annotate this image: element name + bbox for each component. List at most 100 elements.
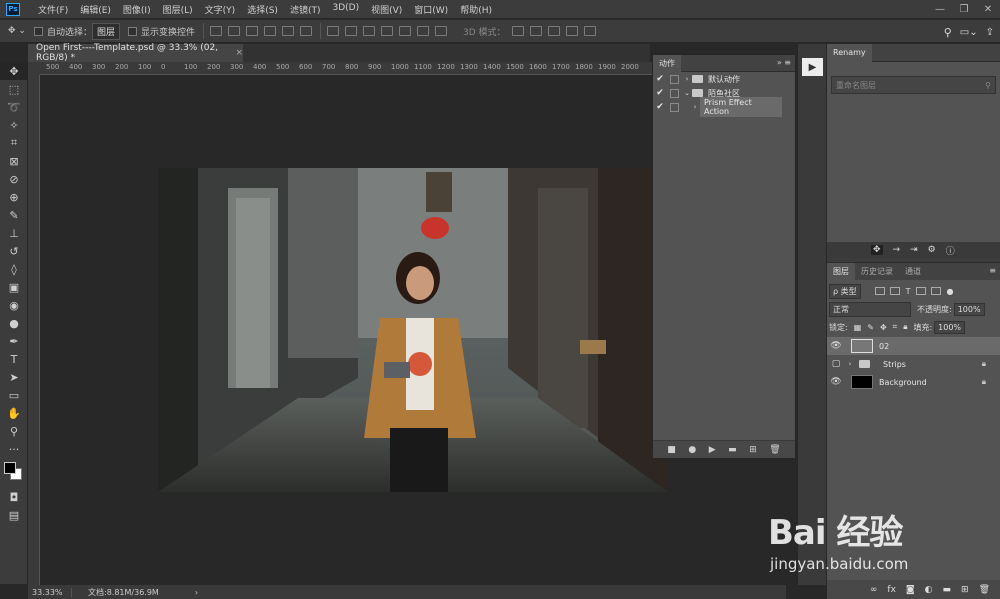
smart-object-filter-icon[interactable] — [930, 287, 941, 295]
menu-item[interactable]: 视图(V) — [371, 3, 402, 16]
align-top-icon[interactable] — [210, 26, 222, 36]
zoom-tool-icon[interactable]: ⚲ — [0, 422, 28, 440]
export-icon[interactable]: ⇥ — [910, 245, 918, 255]
zoom-level[interactable]: 33.33% — [28, 587, 72, 597]
eyedropper-tool-icon[interactable]: ⊘ — [0, 170, 28, 188]
slide-3d-icon[interactable] — [565, 26, 578, 36]
new-group-icon[interactable]: ▬ — [943, 585, 952, 595]
blur-tool-icon[interactable]: ◉ — [0, 296, 28, 314]
layer-kind-filter[interactable]: ρ 类型 — [829, 283, 861, 299]
type-filter-icon[interactable]: T — [906, 287, 911, 296]
adjustment-layer-icon[interactable]: ◐ — [925, 585, 933, 595]
hand-tool-icon[interactable]: ✋ — [0, 404, 28, 422]
share-icon[interactable]: ⇪ — [986, 27, 994, 38]
color-swatches[interactable] — [0, 458, 28, 488]
magic-wand-tool-icon[interactable]: ✧ — [0, 116, 28, 134]
history-brush-tool-icon[interactable]: ↺ — [0, 242, 28, 260]
distribute-top-icon[interactable] — [327, 26, 339, 36]
restore-icon[interactable]: ❐ — [952, 0, 976, 18]
quick-mask-icon[interactable]: ◘ — [0, 488, 28, 506]
pixel-filter-icon[interactable] — [874, 287, 885, 295]
forward-icon[interactable]: → — [893, 245, 901, 255]
blend-mode-dropdown[interactable]: 正常 — [829, 301, 911, 317]
stamp-tool-icon[interactable]: ⊥ — [0, 224, 28, 242]
stop-icon[interactable]: ■ — [667, 445, 676, 455]
visibility-eye-icon[interactable]: 👁︎ — [827, 341, 845, 351]
link-layers-icon[interactable]: ∞ — [870, 585, 878, 595]
distribute-left-icon[interactable] — [381, 26, 393, 36]
tab-layers[interactable]: 图层 — [827, 262, 855, 281]
crop-tool-icon[interactable]: ⌗ — [0, 134, 28, 152]
search-icon[interactable]: ⚲ — [985, 81, 991, 90]
auto-select-checkbox[interactable] — [33, 26, 43, 36]
opacity-input[interactable]: 100% — [953, 302, 985, 316]
expand-arrow-icon[interactable]: › — [690, 103, 700, 111]
new-action-icon[interactable]: ⊞ — [749, 445, 757, 455]
align-left-icon[interactable] — [264, 26, 276, 36]
dialog-toggle[interactable] — [670, 88, 679, 98]
auto-select-dropdown[interactable]: 图层 — [91, 22, 120, 40]
status-menu-arrow[interactable]: › — [195, 588, 198, 597]
distribute-vcenter-icon[interactable] — [345, 26, 357, 36]
play-action-button[interactable]: ▶ — [802, 58, 823, 76]
action-toggle-check[interactable]: ✔ — [653, 88, 667, 98]
move-tool-icon[interactable]: ✥ — [0, 62, 28, 80]
menu-item[interactable]: 帮助(H) — [460, 3, 492, 16]
expand-arrow-icon[interactable]: › — [682, 75, 692, 83]
auto-select-option[interactable]: 自动选择： 图层 — [33, 22, 120, 40]
tab-actions[interactable]: 动作 — [653, 54, 681, 72]
action-toggle-check[interactable]: ✔ — [653, 102, 667, 112]
align-right-icon[interactable] — [300, 26, 312, 36]
photoshop-logo[interactable]: Ps — [6, 2, 20, 16]
search-icon[interactable]: ⚲ — [944, 26, 952, 39]
expand-arrow-icon[interactable]: › — [845, 360, 855, 368]
dialog-toggle[interactable] — [670, 102, 679, 112]
visibility-eye-icon[interactable]: 👁︎ — [827, 377, 845, 387]
scale-3d-icon[interactable] — [583, 26, 596, 36]
filter-toggle-icon[interactable]: ● — [947, 287, 954, 296]
type-tool-icon[interactable]: T — [0, 350, 28, 368]
distribute-right-icon[interactable] — [417, 26, 429, 36]
panel-menu-icon[interactable]: » ≡ — [777, 58, 791, 67]
panel-menu-icon[interactable]: ≡ — [989, 266, 996, 275]
tab-history[interactable]: 历史记录 — [855, 263, 899, 281]
lock-position-icon[interactable]: ✥ — [880, 323, 887, 332]
lock-artboard-icon[interactable]: ⌗ — [893, 322, 898, 332]
healing-tool-icon[interactable]: ⊕ — [0, 188, 28, 206]
fill-input[interactable]: 100% — [934, 320, 966, 334]
lock-all-icon[interactable]: 🔒︎ — [903, 322, 907, 332]
shape-tool-icon[interactable]: ▭ — [0, 386, 28, 404]
tab-renamy[interactable]: Renamy — [827, 43, 872, 62]
play-icon[interactable]: ▶ — [709, 445, 716, 455]
eraser-tool-icon[interactable]: ◊ — [0, 260, 28, 278]
document-tab[interactable]: Open First----Template.psd @ 33.3% (02, … — [28, 43, 243, 63]
marquee-tool-icon[interactable]: ⬚ — [0, 80, 28, 98]
fx-icon[interactable]: fx — [887, 585, 896, 595]
layer-row-strips[interactable]: ▢ › Strips 🔒︎ — [827, 355, 1000, 373]
menu-item[interactable]: 文件(F) — [38, 3, 68, 16]
rename-layer-input[interactable]: 重命名图层 ⚲ — [831, 76, 996, 94]
action-prism-effect[interactable]: ✔ › Prism Effect Action — [653, 97, 795, 117]
new-layer-icon[interactable]: ⊞ — [961, 585, 969, 595]
menu-item[interactable]: 3D(D) — [332, 3, 359, 16]
menu-item[interactable]: 选择(S) — [247, 3, 278, 16]
align-bottom-icon[interactable] — [246, 26, 258, 36]
layer-row-background[interactable]: 👁︎ Background 🔒︎ — [827, 373, 1000, 391]
auto-align-icon[interactable] — [435, 26, 447, 36]
delete-icon[interactable]: 🗑 — [769, 445, 780, 455]
dodge-tool-icon[interactable]: ● — [0, 314, 28, 332]
add-mask-icon[interactable]: ◙ — [906, 585, 915, 595]
shape-filter-icon[interactable] — [915, 287, 926, 295]
show-transform-option[interactable]: 显示变换控件 — [127, 25, 195, 38]
delete-layer-icon[interactable]: 🗑 — [979, 585, 990, 595]
document-photo[interactable] — [158, 168, 668, 492]
move-tool-preset[interactable]: ✥ ⌄ — [8, 26, 26, 36]
show-transform-checkbox[interactable] — [127, 26, 137, 36]
collapse-arrow-icon[interactable]: ⌄ — [682, 89, 692, 97]
menu-item[interactable]: 编辑(E) — [80, 3, 111, 16]
align-vcenter-icon[interactable] — [228, 26, 240, 36]
orbit-3d-icon[interactable] — [511, 26, 524, 36]
workspace-icon[interactable]: ▭⌄ — [960, 27, 978, 38]
info-icon[interactable]: ⓘ — [946, 244, 955, 257]
menu-item[interactable]: 图像(I) — [123, 3, 151, 16]
